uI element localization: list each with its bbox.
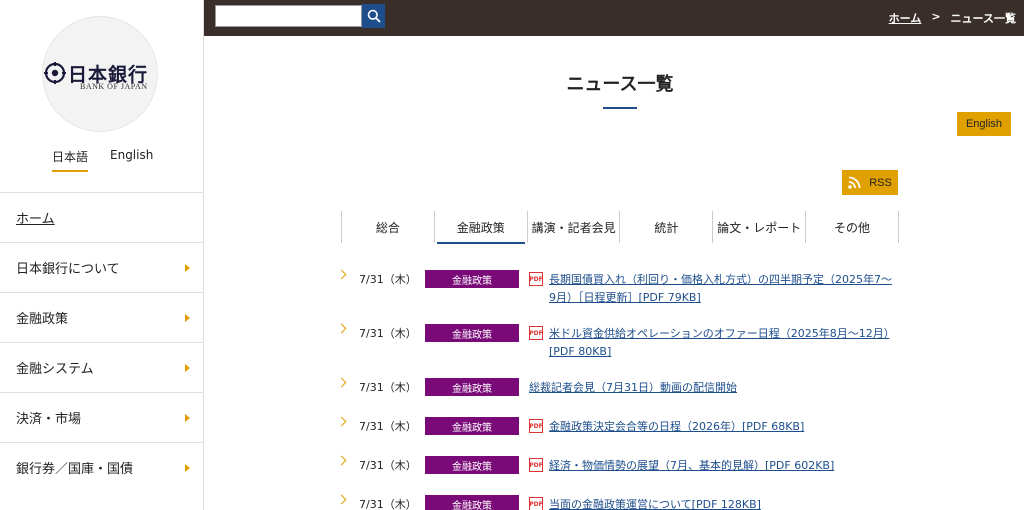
sidebar-item-label: 金融政策 [16,312,69,327]
news-link[interactable]: 米ドル資金供給オペレーションのオファー日程（2025年8月〜12月）[PDF 8… [549,325,894,361]
search-icon [367,9,381,23]
chevron-right-icon [185,464,190,472]
category-tabs: 総合 金融政策 講演・記者会見 統計 論文・レポート その他 [341,211,899,244]
news-link[interactable]: 経済・物価情勢の展望（7月、基本的見解）[PDF 602KB] [549,457,894,475]
sidebar-item-label: 日本銀行について [16,262,120,277]
sidebar-item-payments-markets[interactable]: 決済・市場 [0,392,204,442]
news-date: 7/31（木） [359,273,417,286]
pdf-icon: PDF [529,272,543,286]
chevron-right-icon [185,264,190,272]
chevron-right-icon [185,314,190,322]
top-bar: ホーム > ニュース一覧 [204,0,1024,36]
pdf-icon: PDF [529,326,543,340]
sidebar-item-label: 銀行券／国庫・国債 [16,462,134,477]
chevron-right-icon [336,377,347,388]
pdf-icon: PDF [529,458,543,472]
pdf-icon: PDF [529,419,543,433]
title-underline [603,107,637,109]
breadcrumb-home-link[interactable]: ホーム [889,10,922,26]
sidebar: 日本銀行 BANK OF JAPAN 日本語 English ホーム 日本銀行に… [0,0,204,510]
breadcrumb-separator: > [931,10,941,23]
sidebar-item-financial-system[interactable]: 金融システム [0,342,204,392]
chevron-right-icon [336,416,347,427]
sidebar-item-about[interactable]: 日本銀行について [0,242,204,292]
news-date: 7/31（木） [359,327,417,340]
breadcrumb-current: ニュース一覧 [950,12,1016,25]
tab-speeches[interactable]: 講演・記者会見 [526,211,620,243]
logo[interactable]: 日本銀行 BANK OF JAPAN [40,16,160,132]
news-category-badge: 金融政策 [425,417,519,435]
lang-english-link[interactable]: English [110,148,153,162]
breadcrumb: ホーム > ニュース一覧 [889,10,1016,26]
news-date: 7/31（木） [359,459,417,472]
news-category-badge: 金融政策 [425,456,519,474]
news-date: 7/31（木） [359,420,417,433]
chevron-right-icon [336,494,347,505]
pdf-icon: PDF [529,497,543,510]
chevron-right-icon [185,414,190,422]
sidebar-item-label: ホーム [16,212,55,227]
news-category-badge: 金融政策 [425,324,519,342]
sidebar-item-banknotes-treasury[interactable]: 銀行券／国庫・国債 [0,442,204,492]
rss-label: RSS [869,176,892,189]
news-link[interactable]: 金融政策決定会合等の日程（2026年）[PDF 68KB] [549,418,894,436]
news-link[interactable]: 総裁記者会見（7月31日）動画の配信開始 [529,379,894,397]
search-button[interactable] [362,4,385,28]
sidebar-item-label: 金融システム [16,362,94,377]
lang-japanese-link[interactable]: 日本語 [52,148,89,172]
tab-monetary-policy[interactable]: 金融政策 [433,211,527,244]
tab-statistics[interactable]: 統計 [619,211,712,243]
page: 日本銀行 BANK OF JAPAN 日本語 English ホーム 日本銀行に… [0,0,1024,510]
language-switch: 日本語 English [0,148,204,172]
sidebar-item-monetary-policy[interactable]: 金融政策 [0,292,204,342]
tab-papers-reports[interactable]: 論文・レポート [712,211,805,243]
chevron-right-icon [185,364,190,372]
chevron-right-icon [336,323,347,334]
sidebar-nav: ホーム 日本銀行について 金融政策 金融システム 決済・市場 銀行券／国庫・国債 [0,192,204,492]
tab-general[interactable]: 総合 [341,211,434,243]
news-category-badge: 金融政策 [425,378,519,396]
rss-icon [848,176,861,189]
rss-button[interactable]: RSS [842,170,898,195]
tab-other[interactable]: その他 [805,211,899,243]
page-title: ニュース一覧 [566,74,674,95]
news-date: 7/31（木） [359,381,417,394]
news-category-badge: 金融政策 [425,270,519,288]
news-link[interactable]: 長期国債買入れ（利回り・価格入札方式）の四半期予定（2025年7〜9月）［日程更… [549,271,894,307]
boj-mark-icon [44,62,66,84]
news-date: 7/31（木） [359,498,417,510]
news-link[interactable]: 当面の金融政策運営について[PDF 128KB] [549,496,894,510]
sidebar-item-home[interactable]: ホーム [0,192,204,242]
english-page-button[interactable]: English [957,112,1011,136]
search-input[interactable] [215,5,362,27]
chevron-right-icon [336,455,347,466]
chevron-right-icon [336,269,347,280]
news-category-badge: 金融政策 [425,495,519,510]
logo-subtitle: BANK OF JAPAN [80,82,148,91]
sidebar-item-label: 決済・市場 [16,412,82,427]
